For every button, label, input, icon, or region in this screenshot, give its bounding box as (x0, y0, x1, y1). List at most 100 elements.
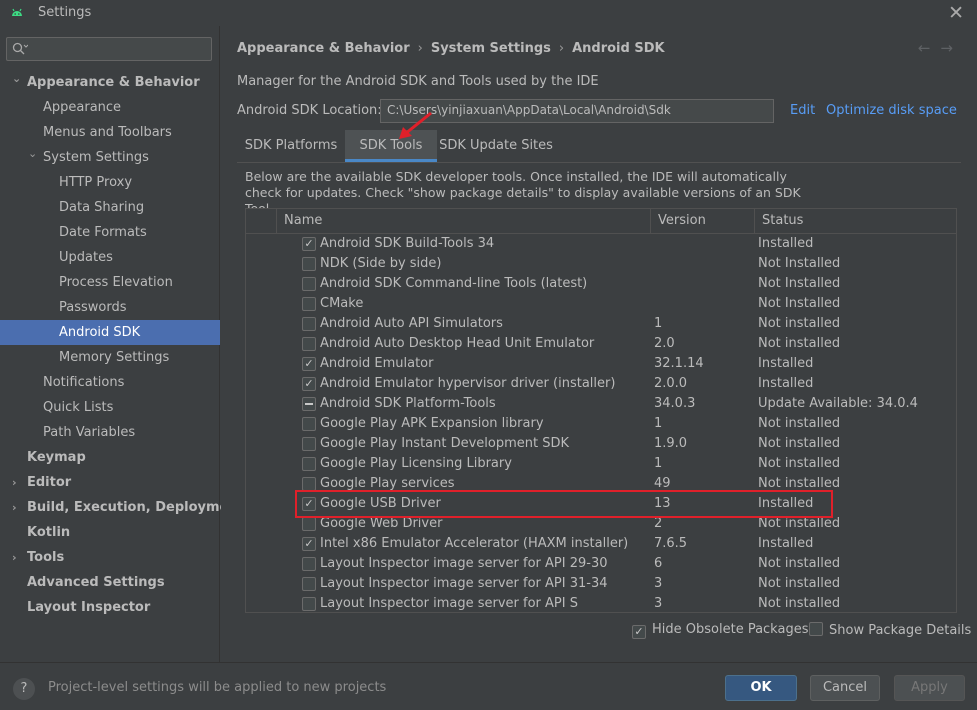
column-header-name[interactable]: Name (276, 209, 322, 233)
chevron-right-icon[interactable]: › (12, 470, 17, 495)
sidebar-item[interactable]: ⌄ Appearance & Behavior (0, 70, 220, 95)
cancel-button[interactable]: Cancel (810, 675, 880, 701)
ok-button[interactable]: OK (725, 675, 797, 701)
sidebar-item[interactable]: Notifications (0, 370, 220, 395)
row-checkbox[interactable] (302, 577, 316, 591)
table-row[interactable]: Android Emulator 32.1.14 Installed (246, 354, 956, 374)
show-details-label: Show Package Details (829, 623, 972, 638)
chevron-down-icon[interactable]: ⌄ (12, 66, 21, 91)
cell-status: Not installed (758, 436, 841, 451)
cell-name: Android SDK Build-Tools 34 (320, 236, 495, 251)
sidebar-item[interactable]: ⌄ System Settings (0, 145, 220, 170)
sdk-tools-table: Name Version Status Android SDK Build-To… (245, 208, 957, 613)
cell-status: Installed (758, 376, 814, 391)
table-row[interactable]: Android Emulator hypervisor driver (inst… (246, 374, 956, 394)
search-input[interactable] (6, 37, 212, 61)
sidebar-item[interactable]: Passwords (0, 295, 220, 320)
sidebar-item[interactable]: Advanced Settings (0, 570, 220, 595)
table-row[interactable]: Android Auto Desktop Head Unit Emulator 2… (246, 334, 956, 354)
row-checkbox[interactable] (302, 517, 316, 531)
chevron-down-icon[interactable]: ⌄ (28, 141, 37, 166)
sidebar-item[interactable]: › Editor (0, 470, 220, 495)
table-row[interactable]: NDK (Side by side) Not Installed (246, 254, 956, 274)
table-row[interactable]: CMake Not Installed (246, 294, 956, 314)
show-details-checkbox[interactable] (809, 622, 823, 636)
sidebar-item[interactable]: Updates (0, 245, 220, 270)
row-checkbox[interactable] (302, 537, 316, 551)
sidebar-item[interactable]: Path Variables (0, 420, 220, 445)
sidebar-item[interactable]: Kotlin (0, 520, 220, 545)
help-icon[interactable]: ? (13, 678, 35, 700)
cell-version: 2.0.0 (654, 376, 688, 391)
show-details-option[interactable]: Show Package Details (809, 622, 971, 638)
row-checkbox[interactable] (302, 457, 316, 471)
sidebar-item[interactable]: Quick Lists (0, 395, 220, 420)
edit-link[interactable]: Edit (790, 103, 815, 118)
close-icon[interactable]: ✕ (948, 2, 964, 24)
apply-button[interactable]: Apply (894, 675, 965, 701)
sidebar-item[interactable]: Date Formats (0, 220, 220, 245)
breadcrumb: Appearance & Behavior › System Settings › An… (237, 41, 665, 56)
chevron-right-icon[interactable]: › (12, 545, 17, 570)
row-checkbox[interactable] (302, 297, 316, 311)
table-row[interactable]: Android Auto API Simulators 1 Not installe… (246, 314, 956, 334)
cell-name: Google Play Instant Development SDK (320, 436, 570, 451)
forward-arrow-icon[interactable]: → (940, 39, 963, 57)
sidebar-item[interactable]: › Build, Execution, Deployment (0, 495, 244, 520)
cell-status: Not installed (758, 456, 841, 471)
breadcrumb-separator-icon: › (558, 41, 565, 56)
sidebar-item[interactable]: Keymap (0, 445, 220, 470)
row-checkbox[interactable] (302, 377, 316, 391)
breadcrumb-item[interactable]: System Settings (431, 41, 551, 56)
sidebar-item[interactable]: Layout Inspector (0, 595, 220, 620)
sidebar-item[interactable]: › Tools (0, 545, 220, 570)
table-row[interactable]: Android SDK Command-line Tools (latest) N… (246, 274, 956, 294)
table-row[interactable]: Android SDK Platform-Tools 34.0.3 Update A… (246, 394, 956, 414)
table-row[interactable]: Android SDK Build-Tools 34 Installed (246, 234, 956, 254)
row-checkbox[interactable] (302, 337, 316, 351)
row-checkbox[interactable] (302, 597, 316, 611)
sidebar-item-label: System Settings (43, 150, 149, 165)
breadcrumb-item[interactable]: Appearance & Behavior (237, 41, 410, 56)
sidebar-item[interactable]: HTTP Proxy (0, 170, 220, 195)
table-row[interactable]: Layout Inspector image server for API S 3… (246, 594, 956, 612)
row-checkbox[interactable] (302, 277, 316, 291)
table-row[interactable]: Google Play APK Expansion library 1 Not in… (246, 414, 956, 434)
row-checkbox[interactable] (302, 357, 316, 371)
sidebar-item[interactable]: Memory Settings (0, 345, 220, 370)
tab-sdk-platforms[interactable]: SDK Platforms (237, 130, 345, 162)
sidebar-item[interactable]: Android SDK (0, 320, 220, 345)
row-checkbox[interactable] (302, 397, 316, 411)
sidebar-item[interactable]: Appearance (0, 95, 220, 120)
table-row[interactable]: Google Play Licensing Library 1 Not instal… (246, 454, 956, 474)
column-header-status[interactable]: Status (754, 209, 803, 233)
sidebar-item-label: Advanced Settings (27, 575, 165, 590)
table-row[interactable]: Layout Inspector image server for API 29… (246, 554, 956, 574)
table-body: Android SDK Build-Tools 34 Installed NDK (… (246, 234, 956, 612)
sidebar-item[interactable]: Process Elevation (0, 270, 220, 295)
optimize-disk-space-link[interactable]: Optimize disk space (826, 103, 957, 118)
tab-divider (237, 162, 961, 163)
table-row[interactable]: Intel x86 Emulator Accelerator (HAXM ins… (246, 534, 956, 554)
row-checkbox[interactable] (302, 557, 316, 571)
row-checkbox[interactable] (302, 437, 316, 451)
row-checkbox[interactable] (302, 477, 316, 491)
table-row[interactable]: Layout Inspector image server for API 31… (246, 574, 956, 594)
table-row[interactable]: Google Play Instant Development SDK 1.9.0… (246, 434, 956, 454)
back-arrow-icon[interactable]: ← (918, 39, 941, 57)
highlight-box (295, 490, 833, 518)
tab-sdk-update-sites[interactable]: SDK Update Sites (437, 130, 555, 162)
hide-obsolete-option[interactable]: Hide Obsolete Packages (632, 622, 808, 639)
sidebar-item-label: Date Formats (59, 225, 147, 240)
row-checkbox[interactable] (302, 317, 316, 331)
sdk-location-field[interactable]: C:\Users\yinjiaxuan\AppData\Local\Androi… (380, 99, 774, 123)
cell-status: Not installed (758, 596, 841, 611)
column-header-version[interactable]: Version (650, 209, 706, 233)
sidebar-item[interactable]: Data Sharing (0, 195, 220, 220)
cell-status: Installed (758, 356, 814, 371)
chevron-right-icon[interactable]: › (12, 495, 17, 520)
row-checkbox[interactable] (302, 257, 316, 271)
hide-obsolete-checkbox[interactable] (632, 625, 646, 639)
row-checkbox[interactable] (302, 237, 316, 251)
row-checkbox[interactable] (302, 417, 316, 431)
